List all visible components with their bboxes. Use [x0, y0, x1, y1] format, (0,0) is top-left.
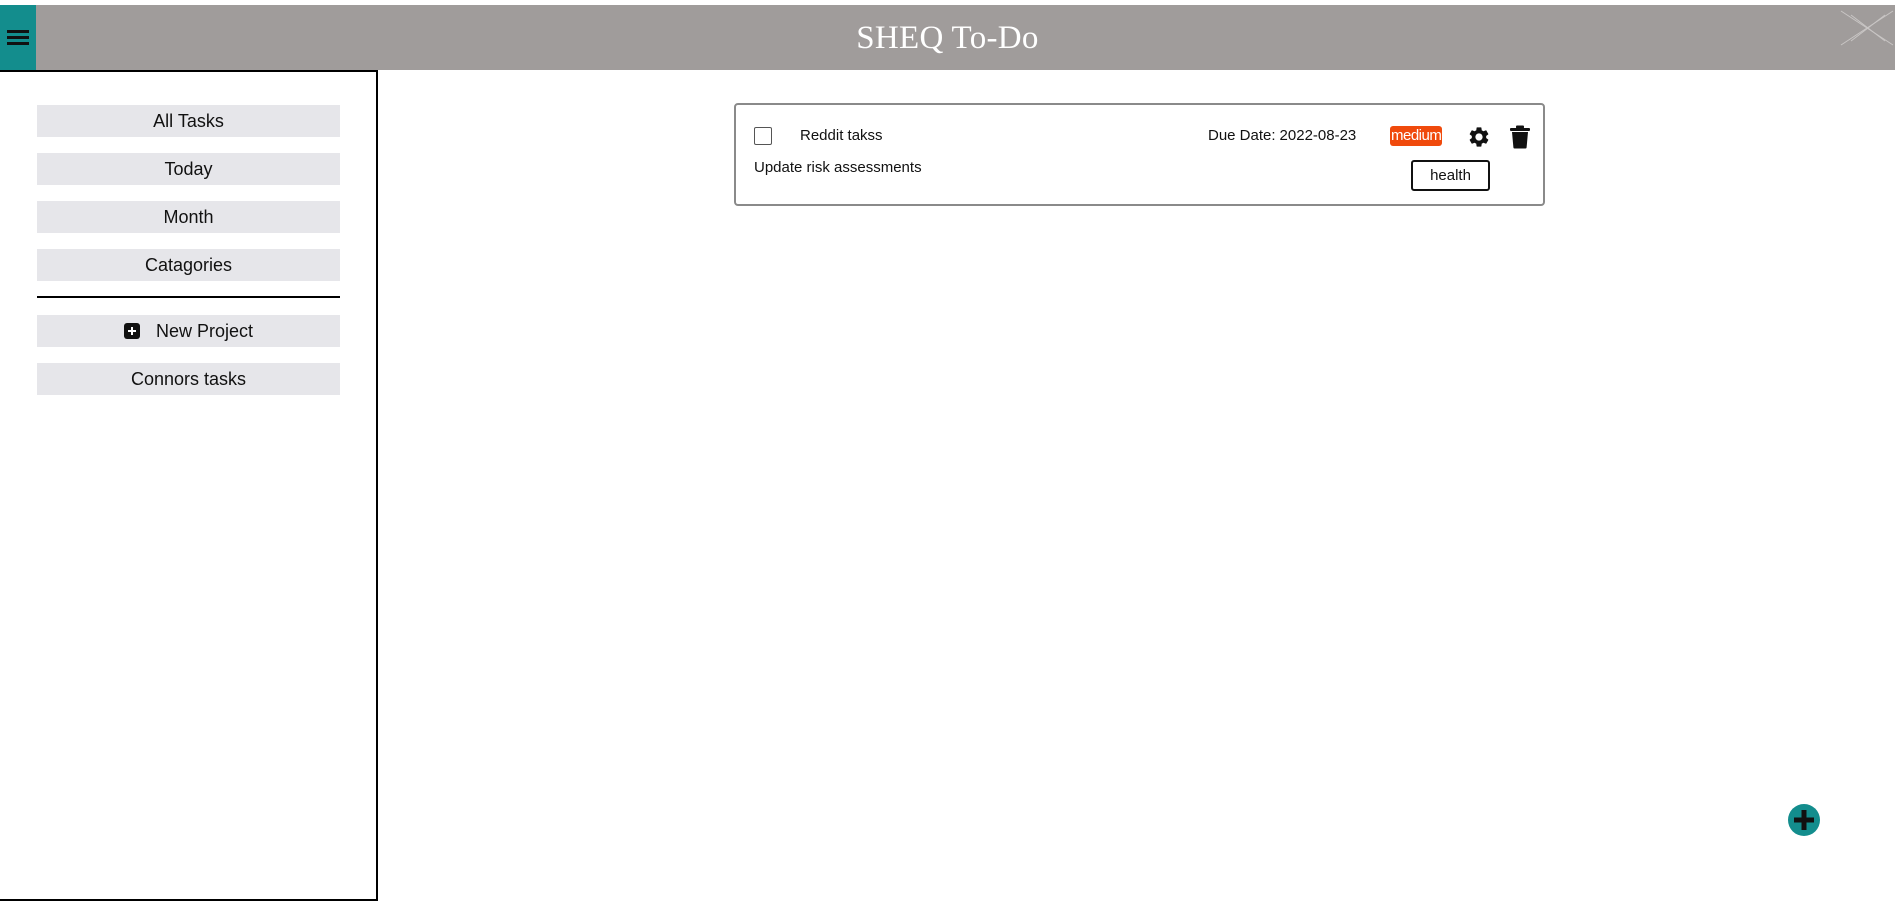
trash-icon[interactable]	[1509, 125, 1531, 149]
task-card: Reddit takss Update risk assessments Due…	[734, 103, 1545, 206]
nav-categories[interactable]: Catagories	[37, 249, 340, 281]
task-title: Reddit takss	[800, 127, 883, 144]
due-date-value: 2022-08-23	[1279, 127, 1357, 144]
new-project-button[interactable]: New Project	[37, 315, 340, 347]
gear-icon[interactable]	[1467, 125, 1491, 149]
nav-month[interactable]: Month	[37, 201, 340, 233]
nav-all-tasks[interactable]: All Tasks	[37, 105, 340, 137]
task-tag: health	[1411, 160, 1490, 191]
add-task-button[interactable]	[1788, 804, 1820, 836]
task-due-date: Due Date: 2022-08-23	[1208, 127, 1356, 144]
task-complete-checkbox[interactable]	[754, 127, 772, 145]
project-connors-tasks[interactable]: Connors tasks	[37, 363, 340, 395]
plus-square-icon	[123, 323, 140, 339]
nav-today[interactable]: Today	[37, 153, 340, 185]
task-description: Update risk assessments	[754, 159, 922, 176]
close-icon	[1840, 10, 1894, 46]
new-project-label: New Project	[155, 320, 254, 341]
sidebar-divider	[37, 296, 340, 298]
app-header: SHEQ To-Do	[0, 5, 1895, 70]
due-date-label: Due Date:	[1208, 127, 1276, 144]
sidebar: All Tasks Today Month Catagories New Pro…	[0, 70, 378, 901]
app-title: SHEQ To-Do	[856, 20, 1039, 56]
priority-badge: medium	[1390, 126, 1443, 146]
